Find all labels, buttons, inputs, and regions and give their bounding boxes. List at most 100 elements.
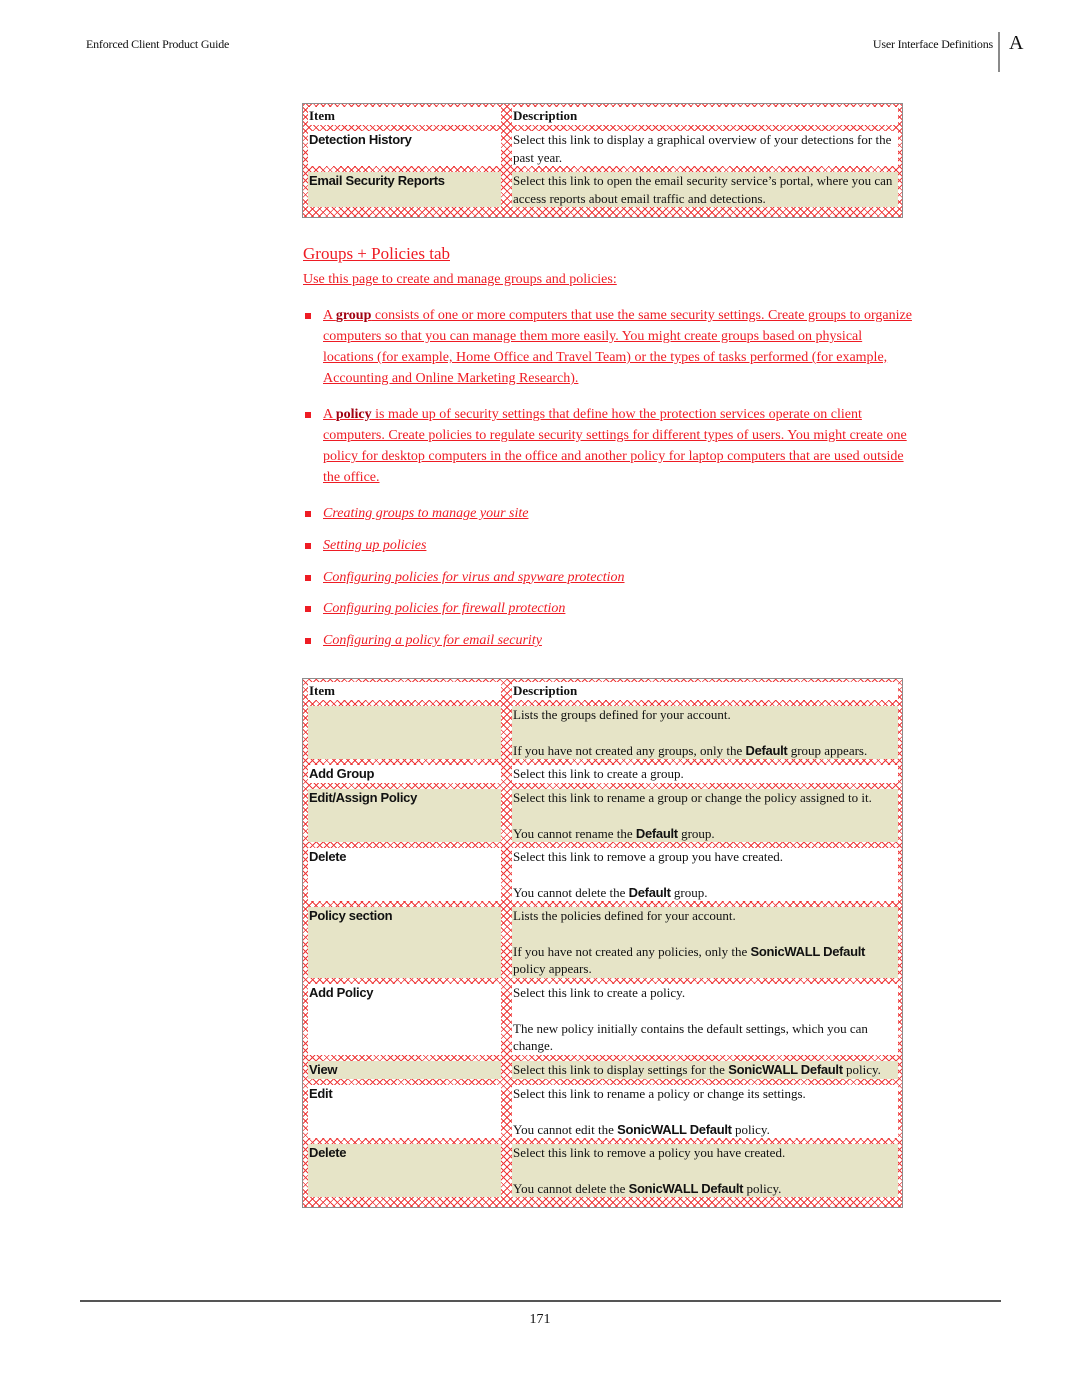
bullet-square-icon bbox=[305, 606, 311, 613]
table-row: Detection History Select this link to dis… bbox=[307, 131, 898, 172]
item-description: Select this link to open the email secur… bbox=[512, 172, 898, 207]
related-link-item[interactable]: Configuring policies for firewall protec… bbox=[303, 598, 913, 619]
running-header-section-title: User Interface Definitions bbox=[872, 37, 993, 51]
link-firewall-policies[interactable]: Configuring policies for firewall protec… bbox=[323, 601, 565, 616]
description-paragraph: Select this link to display a graphical … bbox=[513, 132, 892, 165]
table-row: Delete Select this link to remove a polic… bbox=[307, 1144, 898, 1203]
description-text: You cannot rename the bbox=[513, 825, 636, 841]
item-description: Select this link to rename a policy or c… bbox=[512, 1085, 898, 1138]
table-row: Policy section Lists the policies defined… bbox=[307, 907, 898, 984]
table-row: Edit Select this link to rename a policy … bbox=[307, 1085, 898, 1144]
related-link-item[interactable]: Configuring policies for virus and spywa… bbox=[303, 567, 913, 588]
running-header-doc-title: Enforced Client Product Guide bbox=[86, 37, 230, 51]
link-virus-spyware-policies[interactable]: Configuring policies for virus and spywa… bbox=[323, 570, 625, 585]
bullet-square-icon bbox=[305, 574, 311, 581]
item-name: Email Security Reports bbox=[308, 172, 501, 207]
description-text: group. bbox=[677, 825, 715, 841]
table-row: View Select this link to display settings… bbox=[307, 1061, 898, 1085]
related-link-item[interactable]: Configuring a policy for email security bbox=[303, 630, 913, 651]
item-name: Add Group bbox=[308, 765, 501, 783]
description-text: policy. bbox=[842, 1062, 881, 1077]
ui-term: Default bbox=[635, 825, 678, 841]
table-row: Lists the groups defined for your accoun… bbox=[307, 706, 898, 765]
description-paragraph: If you have not created any policies, on… bbox=[513, 943, 896, 978]
description-text: You cannot delete the bbox=[513, 884, 629, 900]
item-description: Select this link to create a policy. The … bbox=[512, 984, 898, 1055]
ui-term: SonicWALL Default bbox=[750, 943, 866, 959]
description-paragraph: Select this link to rename a group or ch… bbox=[513, 790, 872, 805]
description-paragraph: You cannot edit the SonicWALL Default po… bbox=[513, 1121, 896, 1139]
ui-term: Default bbox=[628, 884, 671, 900]
list-item-policy: A policy is made up of security settings… bbox=[303, 404, 913, 488]
description-text: group appears. bbox=[787, 742, 868, 758]
description-text: If you have not created any policies, on… bbox=[513, 943, 751, 959]
item-description: Select this link to display settings for… bbox=[512, 1061, 898, 1079]
bullet-square-icon bbox=[305, 412, 311, 418]
description-paragraph: Select this link to create a group. bbox=[513, 766, 684, 781]
description-text: policy appears. bbox=[513, 961, 592, 976]
column-header-description: Description bbox=[512, 107, 898, 125]
description-text: If you have not created any groups, only… bbox=[513, 742, 746, 758]
item-name: Delete bbox=[308, 848, 501, 901]
definition-table-groups-policies: Item Description Lists the groups define… bbox=[302, 678, 903, 1208]
column-header-item: Item bbox=[308, 107, 501, 125]
item-description: Lists the groups defined for your accoun… bbox=[512, 706, 898, 759]
item-name: Detection History bbox=[308, 131, 501, 166]
description-paragraph: Lists the groups defined for your accoun… bbox=[513, 707, 731, 722]
description-text: You cannot edit the bbox=[513, 1121, 618, 1137]
description-paragraph: If you have not created any groups, only… bbox=[513, 742, 896, 760]
description-text: policy. bbox=[743, 1180, 782, 1196]
item-name: Delete bbox=[308, 1144, 501, 1197]
column-header-description: Description bbox=[512, 682, 898, 700]
link-creating-groups[interactable]: Creating groups to manage your site bbox=[323, 506, 528, 521]
item-name: Policy section bbox=[308, 907, 501, 978]
related-links-list: Creating groups to manage your site Sett… bbox=[303, 503, 913, 662]
bullet-square-icon bbox=[305, 638, 311, 645]
ui-term: SonicWALL Default bbox=[628, 1180, 744, 1196]
description-paragraph: Select this link to rename a policy or c… bbox=[513, 1086, 806, 1101]
description-paragraph: You cannot delete the SonicWALL Default … bbox=[513, 1180, 896, 1198]
column-header-item: Item bbox=[308, 682, 501, 700]
description-paragraph: Select this link to remove a group you h… bbox=[513, 849, 784, 864]
page-number: 171 bbox=[529, 1312, 551, 1327]
item-description: Select this link to remove a policy you … bbox=[512, 1144, 898, 1197]
description-paragraph: You cannot rename the Default group. bbox=[513, 825, 896, 843]
description-text: Select this link to display settings for… bbox=[513, 1062, 729, 1077]
item-description: Select this link to display a graphical … bbox=[512, 131, 898, 166]
definition-table-reports: Item Description Detection History Select… bbox=[302, 103, 903, 218]
description-paragraph: Select this link to open the email secur… bbox=[513, 173, 893, 206]
item-description: Select this link to remove a group you h… bbox=[512, 848, 898, 901]
section-intro: Use this page to create and manage group… bbox=[303, 272, 617, 287]
description-paragraph: Select this link to remove a policy you … bbox=[513, 1145, 786, 1160]
table-row: Delete Select this link to remove a group… bbox=[307, 848, 898, 907]
table-row: Edit/Assign Policy Select this link to re… bbox=[307, 789, 898, 848]
related-link-item[interactable]: Creating groups to manage your site bbox=[303, 503, 913, 524]
bullet-square-icon bbox=[305, 313, 311, 319]
item-name: View bbox=[308, 1061, 501, 1079]
bullet-square-icon bbox=[305, 511, 311, 517]
description-paragraph: The new policy initially contains the de… bbox=[513, 1020, 868, 1054]
description-text: group. bbox=[670, 884, 708, 900]
link-email-security-policy[interactable]: Configuring a policy for email security bbox=[323, 633, 542, 648]
item-name: Edit/Assign Policy bbox=[308, 789, 501, 842]
bullet-square-icon bbox=[305, 542, 311, 549]
concept-list: A group consists of one or more computer… bbox=[303, 305, 913, 488]
table-row: Add Group Select this link to create a gr… bbox=[307, 765, 898, 789]
table-header-row: Item Description bbox=[307, 107, 898, 131]
keyword-group: group bbox=[335, 308, 372, 323]
related-link-item[interactable]: Setting up policies bbox=[303, 535, 913, 556]
table-row: Email Security Reports Select this link t… bbox=[307, 172, 898, 213]
bullet-text: A policy is made up of security settings… bbox=[323, 407, 907, 485]
description-paragraph: You cannot delete the Default group. bbox=[513, 884, 896, 902]
item-name: Add Policy bbox=[308, 984, 501, 1055]
item-description: Select this link to create a group. bbox=[512, 765, 898, 783]
description-text: policy. bbox=[731, 1121, 770, 1137]
description-paragraph: Select this link to display settings for… bbox=[513, 1061, 896, 1079]
ui-term: Default bbox=[745, 742, 788, 758]
bullet-text: A group consists of one or more computer… bbox=[323, 308, 912, 386]
ui-term: SonicWALL Default bbox=[728, 1062, 843, 1077]
item-description: Lists the policies defined for your acco… bbox=[512, 907, 898, 978]
keyword-policy: policy bbox=[335, 407, 372, 422]
ui-term: SonicWALL Default bbox=[617, 1121, 732, 1137]
link-setting-up-policies[interactable]: Setting up policies bbox=[323, 538, 426, 553]
